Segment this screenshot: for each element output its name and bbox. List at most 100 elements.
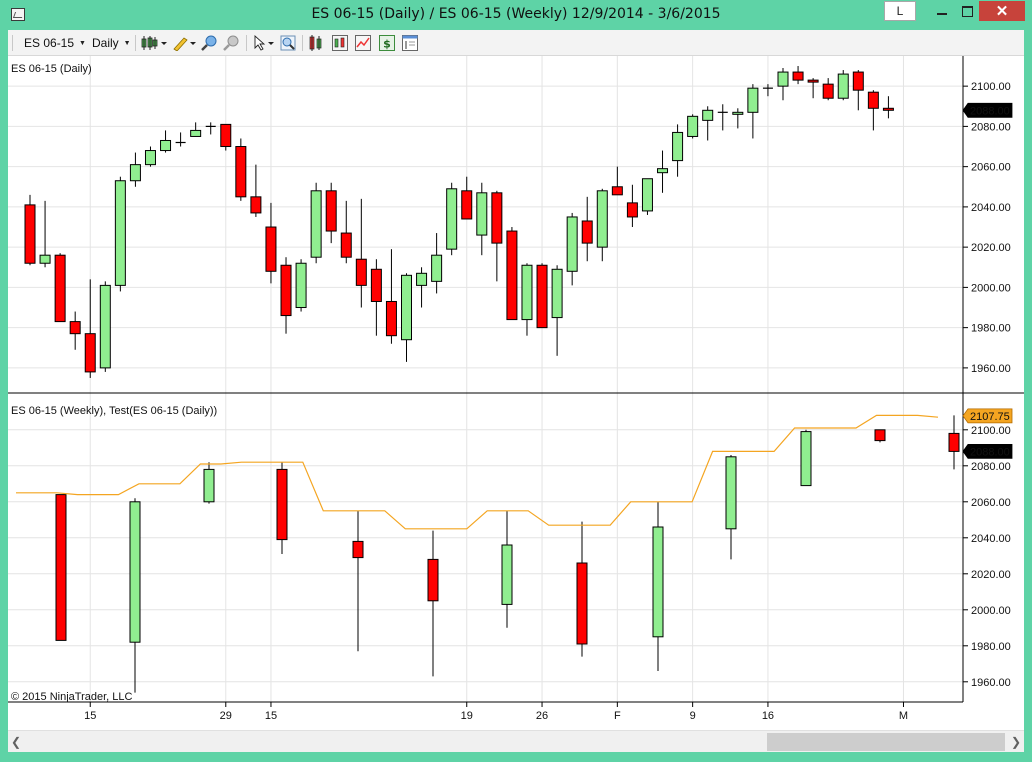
candle-body [160,139,172,152]
scroll-right-arrow-icon[interactable]: ❯ [1008,731,1024,753]
candle-body [280,264,292,317]
y-tick-label: 2040.00 [971,533,1011,545]
time-axis[interactable]: 15 29 15 19 26 F 9 16 M [84,702,908,722]
candle-body [852,71,864,91]
candle-body [672,131,684,162]
y-tick-label: 1960.00 [971,677,1011,689]
properties-icon[interactable] [402,35,418,51]
toolbar-separator [302,35,303,51]
title-bar[interactable]: ES 06-15 (Daily) / ES 06-15 (Weekly) 12/… [0,0,1032,30]
weekly-last-price-label-text: 2088.00 [970,446,1010,458]
minimize-button[interactable] [927,1,957,21]
y-tick-label: 2000.00 [971,282,1011,294]
data-series-icon[interactable] [308,35,324,51]
interval-selector[interactable]: Daily ▼ [92,34,131,52]
toolbar-grip [12,35,13,51]
instrument-selector[interactable]: ES 06-15 ▼ [24,34,86,52]
candle [687,114,699,139]
candle-body [340,232,352,258]
candle [657,150,669,193]
horizontal-scrollbar[interactable]: ❮ ❯ [8,730,1024,752]
pointer-icon[interactable] [252,35,276,51]
candle [852,70,864,111]
candle [385,249,397,344]
x-tick-label: 16 [762,710,774,722]
candle [822,78,834,101]
candle-body [295,262,307,309]
candle [190,122,202,137]
candle [276,462,288,554]
scroll-thumb[interactable] [767,733,1005,751]
candle-body [800,431,812,487]
candle [203,462,215,504]
candle [144,146,156,167]
strategies-icon[interactable] [355,35,371,51]
candle [340,200,352,264]
candle [446,182,458,256]
candle [99,281,111,372]
candle-body [777,71,789,87]
candle [702,106,714,141]
window-title: ES 06-15 (Daily) / ES 06-15 (Weekly) 12/… [311,6,721,22]
candle [747,84,759,139]
candle [948,415,960,470]
y-tick-label: 1980.00 [971,323,1011,335]
candle-body [874,429,886,442]
daily-panel-title: ES 06-15 (Daily) [11,63,92,75]
chart-canvas[interactable]: ES 06-15 (Daily) ES 06-15 (Weekly), Test… [8,56,1024,730]
candle-body [427,558,439,602]
price-axis[interactable]: 1960.00 1980.00 2000.00 2020.00 2040.00 2060.… [962,81,1013,689]
candle-body [657,168,669,174]
candle [55,494,67,641]
candle [325,182,337,244]
candle [352,510,364,652]
y-tick-label: 2060.00 [971,162,1011,174]
candle-body [687,115,699,137]
drawing-tool-icon[interactable] [172,35,196,51]
zoom-in-icon[interactable] [201,35,219,51]
candle-body [476,192,488,236]
candle [792,66,804,85]
candle-body [250,196,262,214]
candle-body [702,109,714,121]
candle-body [566,216,578,272]
link-button[interactable]: L [884,1,916,21]
candle-body [416,272,428,286]
candle [807,78,819,99]
candle-body [355,258,367,286]
candle-body [732,111,744,115]
y-tick-label: 2020.00 [971,242,1011,254]
close-button[interactable]: ✕ [979,1,1025,21]
maximize-button[interactable] [956,1,978,21]
candle [874,429,886,443]
candle-body [491,192,503,244]
indicators-icon[interactable] [332,35,348,51]
candle [506,227,518,321]
candle [867,90,879,131]
chevron-down-icon: ▼ [79,39,86,47]
candle [427,530,439,677]
candle-body [265,226,277,272]
chart-area[interactable]: ES 06-15 (Daily) ES 06-15 (Weekly), Test… [8,56,1024,730]
candle-body [55,494,67,641]
chart-style-icon[interactable] [141,35,167,51]
candle [641,178,653,215]
chart-window: ES 06-15 (Daily) / ES 06-15 (Weekly) 12/… [0,0,1032,762]
scroll-left-arrow-icon[interactable]: ❮ [8,731,24,753]
candle-body [641,178,653,212]
zoom-out-icon[interactable] [223,35,241,51]
candle-body [652,526,664,638]
daily-last-price-label-text: 2088.00 [970,105,1010,117]
candle [491,190,503,282]
x-tick-label: 15 [265,710,277,722]
candle-body [310,190,322,258]
candle-body [276,468,288,541]
candle [220,123,232,151]
dollar-icon[interactable]: $ [379,35,395,51]
candle-body [431,254,443,282]
x-tick-label: 26 [536,710,548,722]
x-tick-label: 19 [461,710,473,722]
candle [476,182,488,256]
magnifier-icon[interactable] [280,35,296,51]
candle-body [235,146,247,198]
